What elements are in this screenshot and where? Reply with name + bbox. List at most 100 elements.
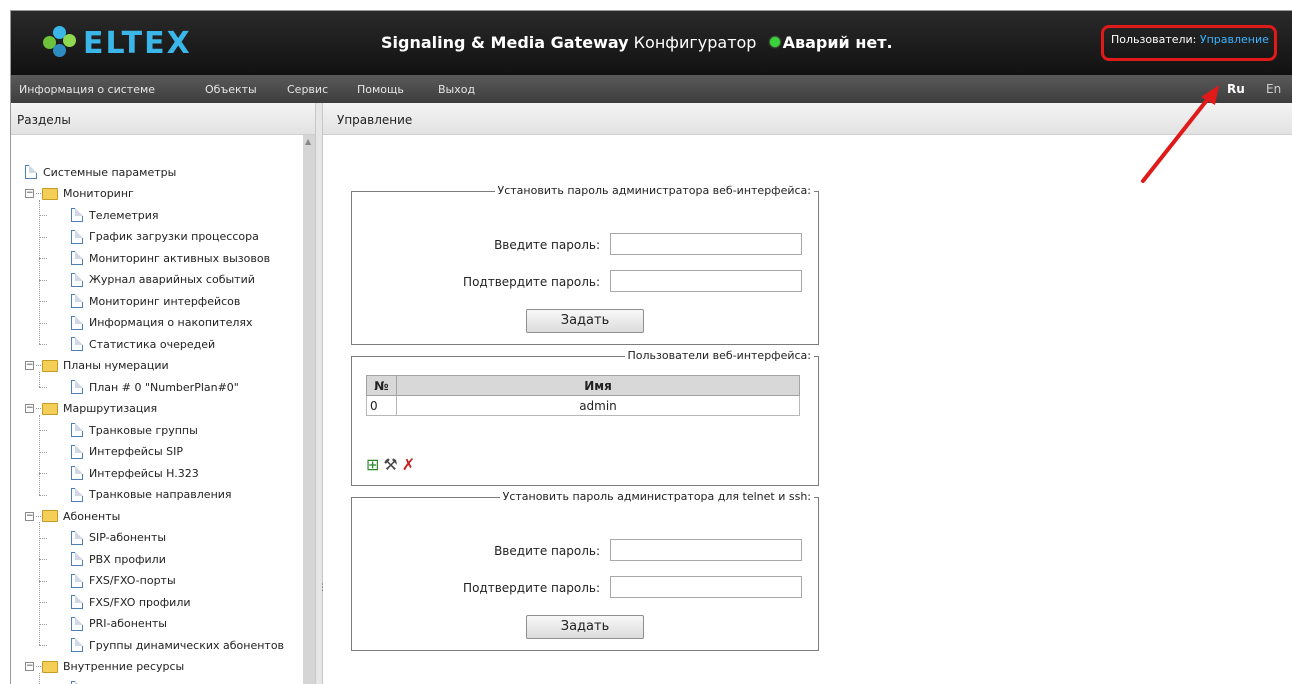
tree-item-label: Интерфейсы SIP bbox=[89, 445, 183, 458]
lang-en[interactable]: En bbox=[1266, 82, 1281, 96]
edit-user-icon[interactable]: ⚒ bbox=[383, 455, 397, 474]
tree-item-label: FXS/FXO-порты bbox=[89, 574, 176, 587]
tree-item[interactable]: Статистика очередей bbox=[71, 334, 215, 354]
tree-item[interactable]: FXS/FXO-порты bbox=[71, 571, 176, 591]
tree-item-label: Информация о накопителях bbox=[89, 316, 253, 329]
tree-item-label: Интерфейсы H.323 bbox=[89, 466, 199, 480]
collapse-toggle-icon[interactable]: − bbox=[25, 404, 34, 413]
tree-folder-item[interactable]: − Мониторинг bbox=[25, 184, 134, 204]
tree-item[interactable]: Транковые направления bbox=[71, 485, 232, 505]
web-set-password-button[interactable]: Задать bbox=[526, 309, 644, 333]
document-icon bbox=[71, 530, 83, 545]
document-icon bbox=[71, 229, 83, 244]
document-icon bbox=[71, 294, 83, 308]
tree-item-label: Планы нумерации bbox=[63, 359, 169, 372]
add-user-icon[interactable]: ⊞ bbox=[366, 455, 379, 474]
document-icon bbox=[71, 487, 83, 502]
document-icon bbox=[71, 638, 83, 652]
tree-item[interactable]: Журнал аварийных событий bbox=[71, 270, 255, 290]
document-icon bbox=[71, 423, 83, 437]
web-confirm-password-label: Подтвердите пароль: bbox=[463, 275, 600, 289]
brand-name: ELTEX bbox=[83, 25, 192, 61]
tree-item[interactable]: Телеметрия bbox=[71, 205, 159, 225]
tree-item-label: Мониторинг активных вызовов bbox=[89, 251, 271, 265]
scroll-up-icon[interactable]: ▲ bbox=[305, 137, 311, 146]
collapse-toggle-icon[interactable]: − bbox=[25, 361, 34, 370]
tree-item-label: PRI-абоненты bbox=[89, 617, 167, 630]
tree-item[interactable]: Группы динамических абонентов bbox=[71, 635, 284, 655]
tree-item[interactable]: CDR-записи bbox=[71, 678, 156, 684]
tree-item-label: Системные параметры bbox=[43, 165, 177, 179]
folder-icon bbox=[42, 359, 58, 372]
delete-user-icon[interactable]: ✗ bbox=[402, 455, 415, 474]
ssh-set-password-button[interactable]: Задать bbox=[526, 615, 644, 639]
tree-item[interactable]: Транковые группы bbox=[71, 420, 198, 440]
tree-item-label: Журнал аварийных событий bbox=[89, 273, 255, 286]
tree-item-label: Внутренние ресурсы bbox=[63, 660, 185, 673]
tree-scrollbar[interactable]: ▲ bbox=[303, 135, 315, 684]
document-icon bbox=[71, 552, 83, 566]
web-users-group: Пользователи веб-интерфейса: № Имя 0 adm… bbox=[351, 349, 819, 486]
menu-logout[interactable]: Выход bbox=[438, 83, 475, 96]
tree-item[interactable]: Системные параметры bbox=[25, 162, 176, 182]
web-users-legend: Пользователи веб-интерфейса: bbox=[624, 349, 814, 362]
annotation-arrow-icon bbox=[1141, 85, 1219, 183]
alarm-status: Аварий нет. bbox=[782, 33, 893, 52]
ssh-password-confirm-input[interactable] bbox=[610, 576, 802, 598]
web-password-input[interactable] bbox=[610, 233, 802, 255]
menu-service[interactable]: Сервис bbox=[287, 83, 328, 96]
collapse-toggle-icon[interactable]: − bbox=[25, 189, 34, 198]
tree-item[interactable]: План # 0 "NumberPlan#0" bbox=[71, 377, 239, 397]
tree-item[interactable]: Интерфейсы SIP bbox=[71, 442, 183, 462]
tree-item[interactable]: Информация о накопителях bbox=[71, 313, 253, 333]
collapse-toggle-icon[interactable]: − bbox=[25, 511, 34, 521]
row-number: 0 bbox=[366, 395, 397, 416]
web-enter-password-label: Введите пароль: bbox=[494, 238, 600, 252]
sections-title: Разделы bbox=[17, 113, 71, 127]
configurator-label: Конфигуратор bbox=[633, 33, 757, 52]
status-ok-icon bbox=[769, 37, 780, 47]
tree-item-label: Транковые группы bbox=[89, 423, 198, 437]
tree-folder-item[interactable]: − Планы нумерации bbox=[25, 356, 169, 376]
collapse-toggle-icon[interactable]: − bbox=[25, 662, 34, 671]
tree-item[interactable]: PBX профили bbox=[71, 549, 166, 569]
menu-system-info[interactable]: Информация о системе bbox=[19, 83, 155, 96]
web-admin-password-legend: Установить пароль администратора веб-инт… bbox=[494, 184, 814, 197]
tree-item-label: PBX профили bbox=[89, 552, 166, 566]
tree-item[interactable]: Мониторинг интерфейсов bbox=[71, 291, 240, 311]
tree-item[interactable]: PRI-абоненты bbox=[71, 614, 167, 634]
tree-item-label: Мониторинг интерфейсов bbox=[89, 294, 241, 308]
header: ELTEX Signaling & Media Gateway Конфигур… bbox=[11, 11, 1292, 75]
col-name: Имя bbox=[396, 375, 800, 396]
row-username: admin bbox=[396, 395, 800, 416]
tree-folder-item[interactable]: − Внутренние ресурсы bbox=[25, 657, 184, 677]
tree-item-label: Статистика очередей bbox=[89, 337, 216, 351]
tree-folder-item[interactable]: − Маршрутизация bbox=[25, 399, 157, 419]
document-icon bbox=[71, 573, 83, 588]
ssh-password-input[interactable] bbox=[610, 539, 802, 561]
tree-item[interactable]: Интерфейсы H.323 bbox=[71, 463, 199, 483]
tree-item[interactable]: FXS/FXO профили bbox=[71, 592, 191, 612]
web-password-confirm-input[interactable] bbox=[610, 270, 802, 292]
users-toolbar: ⊞ ⚒ ✗ bbox=[366, 455, 415, 474]
tree-item-label: Телеметрия bbox=[89, 208, 159, 222]
table-row[interactable]: 0 admin bbox=[366, 395, 800, 416]
tree-item-label: Мониторинг bbox=[63, 187, 134, 200]
document-icon bbox=[71, 315, 83, 330]
tree-item[interactable]: График загрузки процессора bbox=[71, 227, 259, 247]
menu-objects[interactable]: Объекты bbox=[205, 83, 257, 96]
tree-item-label: Группы динамических абонентов bbox=[89, 638, 285, 652]
tree-item[interactable]: SIP-абоненты bbox=[71, 528, 166, 548]
tree-item-label: План # 0 "NumberPlan#0" bbox=[89, 380, 239, 394]
panel-splitter[interactable]: ⋮ bbox=[315, 103, 327, 684]
document-icon bbox=[71, 444, 83, 459]
tree-item-label: FXS/FXO профили bbox=[89, 595, 191, 609]
splitter-grip-icon: ⋮ bbox=[318, 583, 327, 593]
document-icon bbox=[71, 466, 83, 480]
col-number: № bbox=[366, 375, 397, 396]
document-icon bbox=[71, 337, 83, 351]
ssh-admin-password-group: Установить пароль администратора для tel… bbox=[351, 490, 819, 651]
tree-item[interactable]: Мониторинг активных вызовов bbox=[71, 248, 270, 268]
menu-help[interactable]: Помощь bbox=[357, 83, 404, 96]
folder-icon bbox=[42, 187, 58, 200]
